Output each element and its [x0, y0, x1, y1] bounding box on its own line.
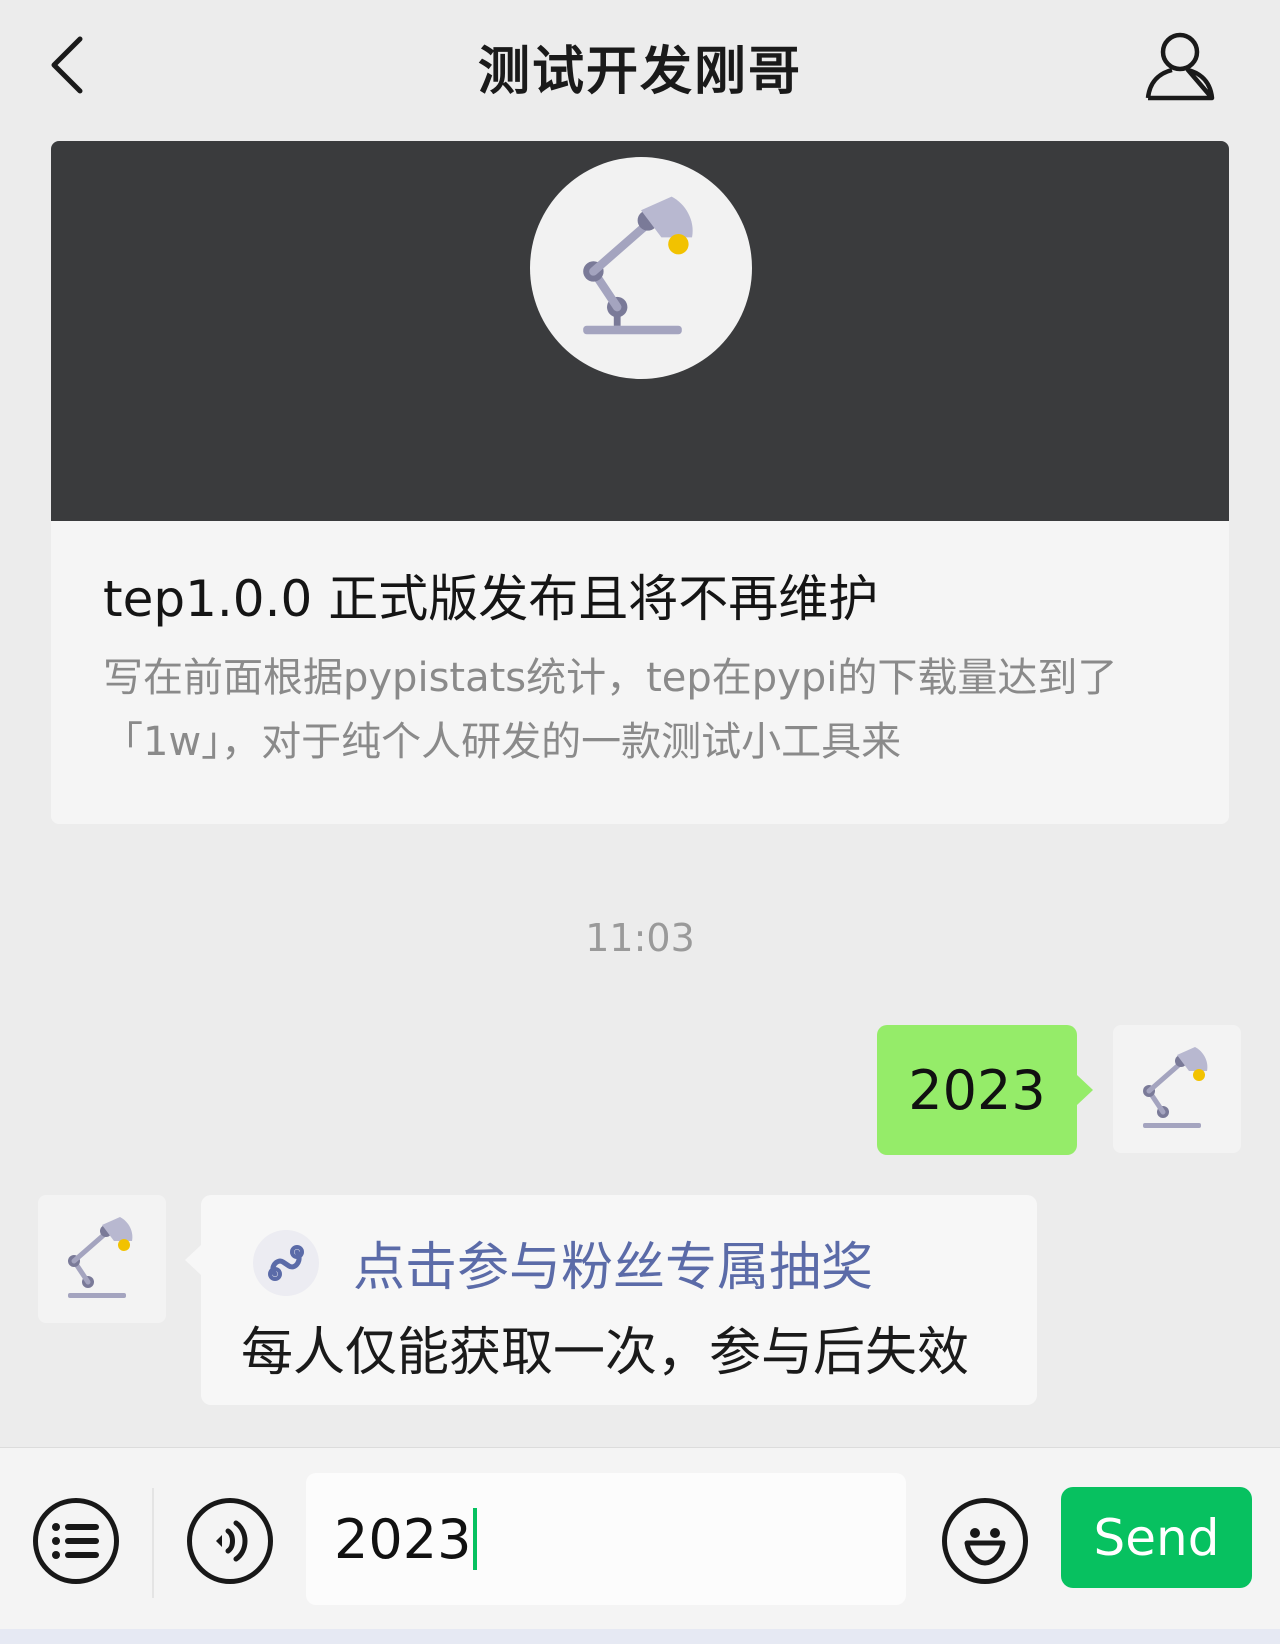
- mini-program-link-label: 点击参与粉丝专属抽奖: [353, 1238, 874, 1298]
- input-divider: [152, 1488, 154, 1598]
- article-card[interactable]: tep1.0.0 正式版发布且将不再维护 写在前面根据pypistats统计，t…: [51, 141, 1229, 824]
- text-caret: [473, 1508, 478, 1570]
- outgoing-message-bubble[interactable]: 2023: [877, 1025, 1093, 1155]
- message-timestamp: 11:03: [585, 916, 695, 960]
- link-icon: [253, 1229, 319, 1296]
- voice-button[interactable]: [187, 1498, 273, 1584]
- message-input-value: 2023: [334, 1507, 472, 1571]
- message-input[interactable]: 2023: [306, 1473, 906, 1605]
- chat-title: 测试开发刚哥: [477, 41, 802, 102]
- sender-avatar[interactable]: [38, 1195, 166, 1323]
- chat-header: 测试开发刚哥: [0, 0, 1280, 132]
- incoming-message-bubble: 点击参与粉丝专属抽奖 每人仅能获取一次，参与后失效: [185, 1195, 1037, 1405]
- back-button[interactable]: [38, 30, 98, 100]
- chevron-left-icon: [51, 36, 83, 94]
- emoji-button[interactable]: [942, 1498, 1028, 1584]
- desk-lamp-icon: [68, 1217, 133, 1298]
- mini-program-link[interactable]: 点击参与粉丝专属抽奖: [253, 1225, 873, 1300]
- profile-button[interactable]: [1142, 28, 1218, 104]
- smiley-icon: [964, 1528, 1006, 1566]
- person-icon: [1145, 32, 1215, 101]
- outgoing-message-text: 2023: [908, 1058, 1046, 1122]
- article-title: tep1.0.0 正式版发布且将不再维护: [103, 570, 879, 628]
- desk-lamp-icon: [1143, 1047, 1208, 1128]
- article-logo: [530, 157, 752, 379]
- menu-button[interactable]: [33, 1498, 119, 1584]
- article-cover: [51, 141, 1229, 521]
- home-indicator-strip: [0, 1629, 1280, 1644]
- list-menu-icon: [52, 1523, 99, 1559]
- my-avatar[interactable]: [1113, 1025, 1241, 1153]
- desk-lamp-icon: [583, 196, 693, 335]
- incoming-message-text: 每人仅能获取一次，参与后失效: [241, 1323, 970, 1383]
- article-description: 写在前面根据pypistats统计，tep在pypi的下载量达到了「1w」，对于…: [103, 655, 1118, 765]
- send-button[interactable]: Send: [1061, 1487, 1252, 1588]
- message-input-bar: 2023 Send: [0, 1447, 1280, 1644]
- voice-icon: [216, 1520, 248, 1562]
